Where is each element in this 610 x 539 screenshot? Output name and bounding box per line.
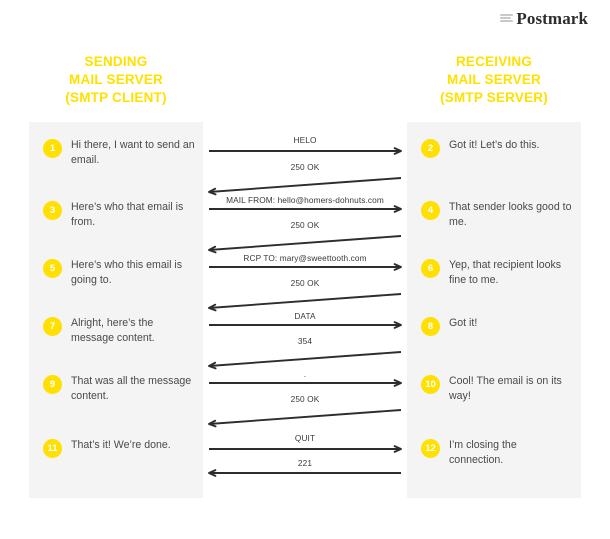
sending-heading-line-3: (SMTP CLIENT)	[65, 90, 167, 105]
step-number-badge: 8	[421, 317, 440, 336]
step-text: Here’s who this email is going to.	[71, 259, 183, 286]
step-number-badge: 1	[43, 139, 62, 158]
step-number-badge: 9	[43, 375, 62, 394]
step-number-badge: 4	[421, 201, 440, 220]
smtp-conversation-diagram: Postmark SENDING MAIL SERVER (SMTP CLIEN…	[0, 0, 610, 539]
message-flow: HELO 250 OK MAIL FROM: hello@homers-dohnut…	[207, 122, 403, 498]
sending-server-heading: SENDING MAIL SERVER (SMTP CLIENT)	[11, 53, 221, 107]
step-text: Got it! Let’s do this.	[449, 139, 540, 151]
step-number-badge: 12	[421, 439, 440, 458]
step-number-badge: 10	[421, 375, 440, 394]
step-text: Alright, here’s the message content.	[71, 317, 155, 344]
brand-name: Postmark	[516, 9, 588, 28]
step-text: Hi there, I want to send an email.	[71, 139, 195, 166]
sending-server-panel: 1 Hi there, I want to send an email. 3 Here…	[29, 122, 203, 498]
step-text: That was all the message content.	[71, 375, 192, 402]
receiving-heading-line-3: (SMTP SERVER)	[440, 90, 548, 105]
stacked-lines-icon	[500, 14, 514, 25]
step-12: 12 I’m closing the connection.	[421, 438, 573, 467]
step-8: 8 Got it!	[421, 316, 573, 336]
postmark-logo: Postmark	[500, 10, 588, 27]
receiving-server-heading: RECEIVING MAIL SERVER (SMTP SERVER)	[389, 53, 599, 107]
step-text: That’s it! We’re done.	[71, 439, 171, 451]
step-text: Here’s who that email is from.	[71, 201, 184, 228]
step-6: 6 Yep, that recipient looks fine to me.	[421, 258, 573, 287]
step-2: 2 Got it! Let’s do this.	[421, 138, 573, 158]
step-7: 7 Alright, here’s the message content.	[43, 316, 195, 345]
step-number-badge: 2	[421, 139, 440, 158]
step-number-badge: 5	[43, 259, 62, 278]
receiving-heading-line-1: RECEIVING	[455, 54, 533, 69]
step-number-badge: 3	[43, 201, 62, 220]
step-text: That sender looks good to me.	[449, 201, 572, 228]
step-number-badge: 7	[43, 317, 62, 336]
receiving-heading-line-2: MAIL SERVER	[447, 72, 541, 87]
step-5: 5 Here’s who this email is going to.	[43, 258, 195, 287]
step-11: 11 That’s it! We’re done.	[43, 438, 195, 458]
step-number-badge: 6	[421, 259, 440, 278]
sending-heading-line-1: SENDING	[84, 54, 148, 69]
step-10: 10 Cool! The email is on its way!	[421, 374, 573, 403]
arrow-left-icon	[208, 469, 401, 477]
step-text: Got it!	[449, 317, 478, 329]
step-number-badge: 11	[43, 439, 62, 458]
step-text: I’m closing the connection.	[449, 439, 517, 466]
sending-heading-line-2: MAIL SERVER	[69, 72, 163, 87]
step-text: Cool! The email is on its way!	[449, 375, 562, 402]
step-9: 9 That was all the message content.	[43, 374, 195, 403]
step-1: 1 Hi there, I want to send an email.	[43, 138, 195, 167]
step-text: Yep, that recipient looks fine to me.	[449, 259, 562, 286]
receiving-server-panel: 2 Got it! Let’s do this. 4 That sender look…	[407, 122, 581, 498]
step-3: 3 Here’s who that email is from.	[43, 200, 195, 229]
step-4: 4 That sender looks good to me.	[421, 200, 573, 229]
